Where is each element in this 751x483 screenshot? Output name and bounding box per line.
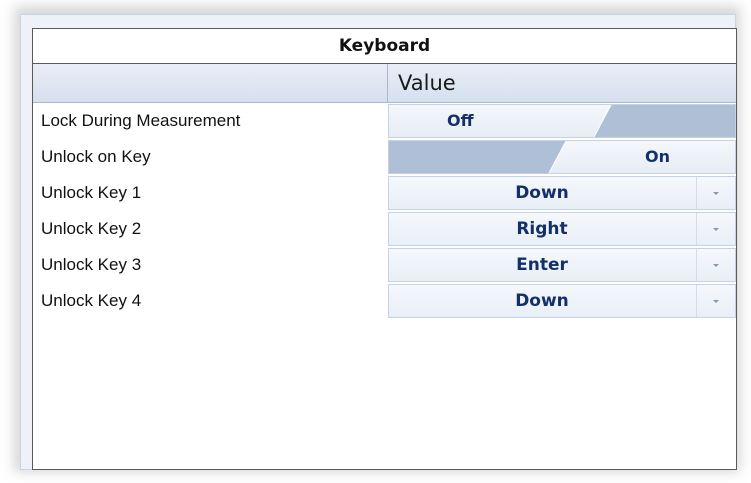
chevron-down-icon	[713, 191, 719, 195]
grid-header-value: Value	[398, 71, 456, 95]
dropdown-button[interactable]	[696, 249, 735, 281]
grid-row-unlock-key-2: Unlock Key 2 Right	[33, 211, 736, 247]
property-grid: Keyboard Value Lock During Measurement O…	[32, 28, 737, 470]
unlock-key-1-select[interactable]: Down	[388, 176, 736, 210]
select-value: Down	[515, 291, 569, 311]
grid-row-unlock-key-4: Unlock Key 4 Down	[33, 283, 736, 319]
select-value: Down	[515, 183, 569, 203]
grid-header-name-column	[33, 64, 388, 102]
select-value: Right	[516, 219, 568, 239]
toggle-state-text: On	[645, 147, 670, 166]
row-label: Unlock Key 2	[41, 219, 142, 238]
row-label: Unlock Key 1	[41, 183, 142, 202]
chevron-down-icon	[713, 227, 719, 231]
unlock-key-3-select[interactable]: Enter	[388, 248, 736, 282]
dropdown-button[interactable]	[696, 213, 735, 245]
grid-row-unlock-key-1: Unlock Key 1 Down	[33, 175, 736, 211]
select-value: Enter	[516, 255, 568, 275]
keyboard-settings-panel: Keyboard Value Lock During Measurement O…	[20, 14, 737, 470]
grid-row-unlock-key-3: Unlock Key 3 Enter	[33, 247, 736, 283]
row-label: Unlock on Key	[41, 147, 151, 166]
row-label: Unlock Key 4	[41, 291, 142, 310]
toggle-state-text: Off	[447, 111, 474, 130]
row-label: Lock During Measurement	[41, 111, 241, 130]
unlock-on-key-toggle[interactable]: On	[388, 140, 736, 174]
grid-row-unlock-on-key: Unlock on Key On	[33, 139, 736, 175]
chevron-down-icon	[713, 263, 719, 267]
lock-during-measurement-toggle[interactable]: Off	[388, 104, 736, 138]
grid-header-row: Value	[33, 64, 736, 103]
dropdown-button[interactable]	[696, 177, 735, 209]
unlock-key-2-select[interactable]: Right	[388, 212, 736, 246]
toggle-slider-shape	[593, 105, 735, 137]
toggle-slider-shape	[389, 141, 567, 173]
dropdown-button[interactable]	[696, 285, 735, 317]
grid-row-lock-during-measurement: Lock During Measurement Off	[33, 103, 736, 139]
panel-title: Keyboard	[33, 29, 736, 64]
unlock-key-4-select[interactable]: Down	[388, 284, 736, 318]
row-label: Unlock Key 3	[41, 255, 142, 274]
chevron-down-icon	[713, 299, 719, 303]
screen: Keyboard Value Lock During Measurement O…	[0, 0, 751, 483]
